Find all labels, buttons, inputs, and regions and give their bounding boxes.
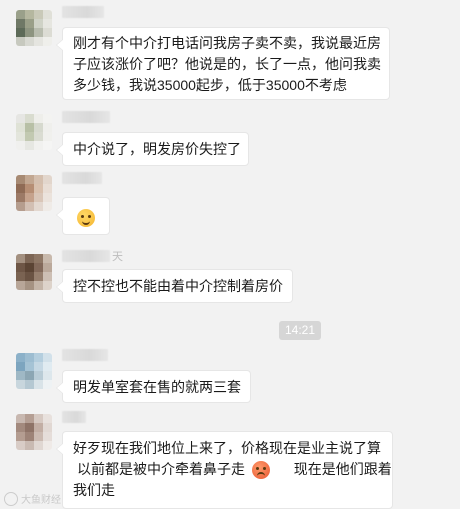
message-bubble[interactable]: 好歹现在我们地位上来了，价格现在是业主说了算 以前都是被中介牵着鼻子走 现在是他… <box>56 431 393 509</box>
sender-nickname <box>62 411 86 423</box>
message-text: 控不控也不能由着中介控制着房价 <box>73 278 283 294</box>
message-bubble[interactable]: 明发单室套在售的就两三套 <box>56 370 251 403</box>
sender-nickname <box>62 172 102 184</box>
timestamp: 14:21 <box>279 321 321 340</box>
emoji-mouth <box>256 472 265 477</box>
avatar[interactable] <box>16 254 52 290</box>
watermark-logo-icon <box>4 491 18 506</box>
angry-face-emoji <box>251 461 270 480</box>
message-bubble[interactable] <box>56 197 110 235</box>
watermark-text: 大鱼财经 <box>21 495 61 506</box>
avatar[interactable] <box>16 114 52 150</box>
avatar[interactable] <box>16 175 52 211</box>
emoji-eye <box>262 467 266 471</box>
message-text: 我们走 <box>73 482 115 498</box>
message-text: 子应该涨价了吧？他说是的，长了一点，他问我卖 <box>73 56 381 72</box>
message-text: 刚才有个中介打电话问我房子卖不卖，我说最近房 <box>73 35 381 51</box>
message-text: 多少钱，我说35000起步，低于35000不考虑 <box>73 77 347 93</box>
emoji-mouth <box>82 220 90 226</box>
message-text-line: 以前都是被中介牵着鼻子走 现在是他们跟着 <box>73 459 392 480</box>
watermark: 大鱼财经 <box>4 491 61 506</box>
avatar[interactable] <box>16 414 52 450</box>
message-text: 以前都是被中介牵着鼻子走 <box>77 461 245 477</box>
message-bubble[interactable]: 中介说了，明发房价失控了 <box>56 132 249 166</box>
message-text: 好歹现在我们地位上来了，价格现在是业主说了算 <box>73 440 381 456</box>
avatar[interactable] <box>16 10 52 46</box>
message-text: 中介说了，明发房价失控了 <box>73 141 241 157</box>
message-text: 现在是他们跟着 <box>293 461 392 477</box>
emoji-eye <box>81 215 84 219</box>
thinking-face-emoji <box>77 209 95 228</box>
sender-nickname <box>62 349 108 361</box>
sender-nickname <box>62 111 110 123</box>
emoji-eye <box>255 467 259 471</box>
message-text: 明发单室套在售的就两三套 <box>73 379 241 395</box>
sender-nickname-text: 天 <box>112 251 123 263</box>
emoji-eye <box>88 215 91 219</box>
sender-nickname <box>62 6 104 18</box>
message-bubble[interactable]: 控不控也不能由着中介控制着房价 <box>56 269 293 303</box>
sender-nickname <box>62 250 110 262</box>
avatar[interactable] <box>16 353 52 389</box>
message-bubble[interactable]: 刚才有个中介打电话问我房子卖不卖，我说最近房 子应该涨价了吧？他说是的，长了一点… <box>56 27 390 100</box>
